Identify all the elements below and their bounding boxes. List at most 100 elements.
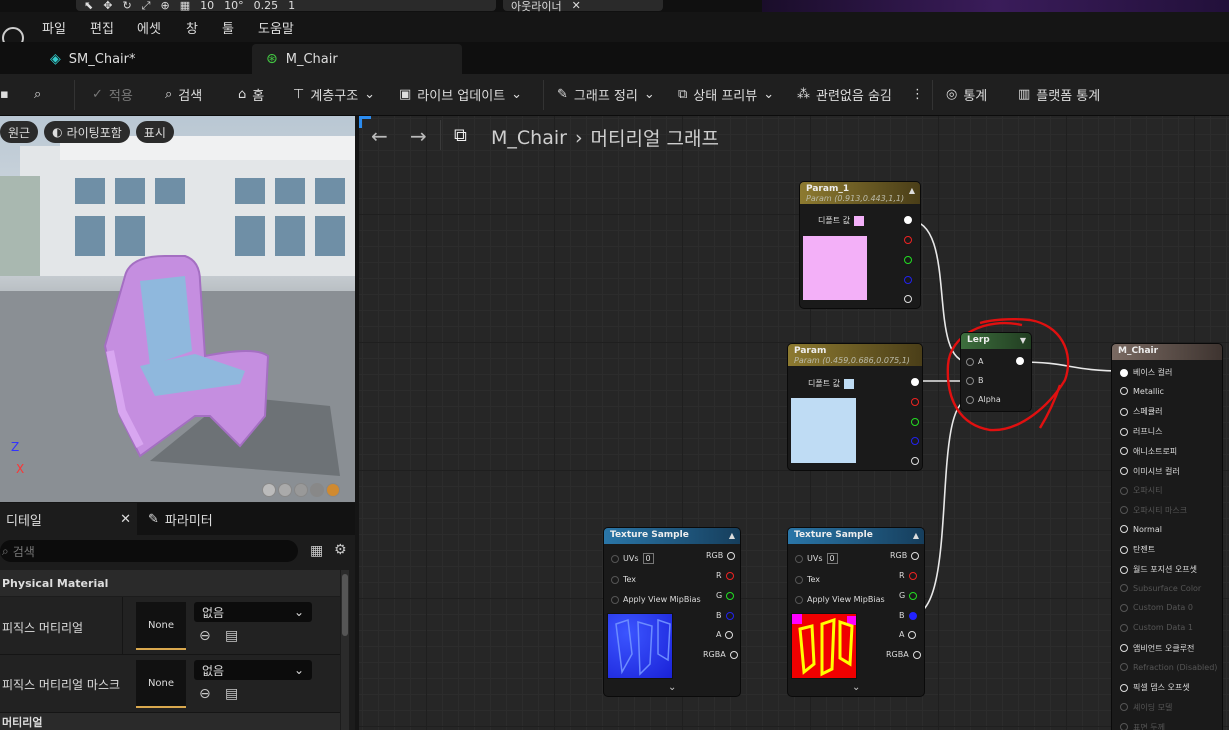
output-pin-b[interactable] (904, 276, 912, 284)
input-pin[interactable] (795, 554, 803, 563)
material-input-pin-row[interactable]: 앰비언트 오클루전 (1120, 643, 1194, 654)
output-pin-r[interactable] (904, 236, 912, 244)
input-pin[interactable] (1120, 387, 1128, 396)
input-pin[interactable] (611, 554, 619, 563)
material-input-pin-row[interactable]: Refraction (Disabled) (1120, 663, 1217, 672)
rgba-output[interactable]: RGBA (703, 650, 738, 659)
input-pin[interactable] (1120, 584, 1128, 593)
material-input-pin-row[interactable]: 오파시티 마스크 (1120, 505, 1187, 516)
output-pin[interactable] (727, 551, 736, 560)
input-pin[interactable] (1120, 506, 1128, 515)
material-input-pin-row[interactable]: Custom Data 1 (1120, 623, 1193, 632)
input-pin[interactable] (966, 395, 974, 404)
material-input-pin-row[interactable]: 이미시브 컬러 (1120, 466, 1180, 477)
uvs-input[interactable]: UVs 0 (611, 553, 654, 564)
output-pin[interactable] (729, 650, 738, 659)
input-pin[interactable] (966, 376, 974, 385)
input-pin[interactable] (1120, 644, 1128, 653)
a-output[interactable]: A (899, 630, 917, 639)
input-pin[interactable] (1120, 467, 1128, 475)
input-pin[interactable] (1120, 723, 1128, 730)
output-pin[interactable] (725, 571, 734, 580)
output-pin-b[interactable] (911, 437, 919, 445)
input-pin[interactable] (611, 575, 619, 584)
output-pin-a[interactable] (911, 457, 919, 465)
output-pin[interactable] (908, 571, 917, 580)
output-pin[interactable] (912, 650, 921, 659)
mip-bias-input[interactable]: Apply View MipBias (611, 595, 701, 604)
output-pin[interactable] (909, 591, 918, 600)
collapse-arrow-icon[interactable]: ▲ (913, 531, 919, 541)
r-output[interactable]: R (716, 571, 734, 580)
input-pin[interactable] (1120, 683, 1128, 692)
node-material-result[interactable]: M_Chair (1112, 344, 1222, 730)
tex-input[interactable]: Tex (611, 575, 636, 584)
output-pin-rgb[interactable] (904, 216, 912, 224)
tex-input[interactable]: Tex (795, 575, 820, 584)
uvs-input[interactable]: UVs 0 (795, 553, 838, 564)
input-pin[interactable] (1120, 447, 1128, 456)
material-input-pin-row[interactable]: 스페큘러 (1120, 406, 1162, 417)
b-output[interactable]: B (716, 611, 734, 620)
uv-index-field[interactable]: 0 (642, 553, 654, 564)
lerp-output-pin[interactable] (1016, 357, 1024, 365)
input-pin[interactable] (795, 575, 803, 584)
input-pin[interactable] (1120, 703, 1128, 712)
input-pin[interactable] (1120, 663, 1128, 671)
chevron-down-icon[interactable]: ▼ (1020, 336, 1026, 346)
expand-chevron-icon[interactable]: ⌄ (852, 682, 860, 693)
output-pin-a[interactable] (904, 295, 912, 303)
output-pin[interactable] (726, 591, 735, 600)
output-pin-r[interactable] (911, 398, 919, 406)
uv-index-field[interactable]: 0 (826, 553, 838, 564)
lerp-input-a[interactable]: A (966, 357, 983, 366)
input-pin[interactable] (1120, 407, 1128, 416)
output-pin[interactable] (911, 551, 920, 560)
collapse-arrow-icon[interactable]: ▲ (729, 531, 735, 541)
output-pin-g[interactable] (904, 256, 912, 264)
rgba-output[interactable]: RGBA (886, 650, 921, 659)
material-input-pin-row[interactable]: 오파시티 (1120, 485, 1162, 496)
material-input-pin-row[interactable]: Subsurface Color (1120, 584, 1201, 593)
output-pin-g[interactable] (911, 418, 919, 426)
output-pin[interactable] (908, 630, 917, 639)
input-pin[interactable] (1120, 565, 1128, 574)
material-input-pin-row[interactable]: Metallic (1120, 387, 1164, 396)
material-input-pin-row[interactable]: Custom Data 0 (1120, 603, 1193, 612)
default-color-swatch[interactable] (843, 378, 854, 389)
input-pin[interactable] (795, 595, 803, 604)
output-pin[interactable] (725, 630, 734, 639)
material-input-pin-row[interactable]: 표면 두께 (1120, 722, 1165, 730)
material-input-pin-row[interactable]: 러프니스 (1120, 426, 1162, 437)
input-pin[interactable] (1120, 545, 1128, 554)
input-pin[interactable] (1120, 623, 1128, 632)
collapse-arrow-icon[interactable]: ▲ (909, 186, 915, 196)
lerp-input-alpha[interactable]: Alpha (966, 395, 1001, 404)
a-output[interactable]: A (716, 630, 734, 639)
material-input-pin-row[interactable]: 베이스 컬러 (1120, 367, 1172, 378)
material-input-pin-row[interactable]: 월드 포지션 오프셋 (1120, 564, 1197, 575)
r-output[interactable]: R (899, 571, 917, 580)
g-output[interactable]: G (899, 591, 918, 600)
input-pin[interactable] (1120, 486, 1128, 495)
input-pin[interactable] (966, 357, 974, 366)
input-pin[interactable] (1120, 368, 1128, 377)
input-pin[interactable] (1120, 603, 1128, 612)
input-pin[interactable] (1120, 525, 1128, 534)
lerp-input-b[interactable]: B (966, 376, 984, 385)
output-pin[interactable] (908, 611, 917, 620)
material-input-pin-row[interactable]: 탄젠트 (1120, 544, 1155, 555)
rgb-output[interactable]: RGB (890, 551, 920, 560)
rgb-output[interactable]: RGB (706, 551, 736, 560)
expand-chevron-icon[interactable]: ⌄ (668, 682, 676, 693)
g-output[interactable]: G (716, 591, 735, 600)
input-pin[interactable] (611, 595, 619, 604)
default-color-swatch[interactable] (853, 215, 864, 226)
output-pin[interactable] (725, 611, 734, 620)
material-input-pin-row[interactable]: Normal (1120, 525, 1162, 534)
material-input-pin-row[interactable]: 픽셀 뎁스 오프셋 (1120, 682, 1190, 693)
mip-bias-input[interactable]: Apply View MipBias (795, 595, 885, 604)
material-input-pin-row[interactable]: 애니소트로피 (1120, 446, 1177, 457)
material-input-pin-row[interactable]: 셰이딩 모델 (1120, 702, 1172, 713)
b-output[interactable]: B (899, 611, 917, 620)
